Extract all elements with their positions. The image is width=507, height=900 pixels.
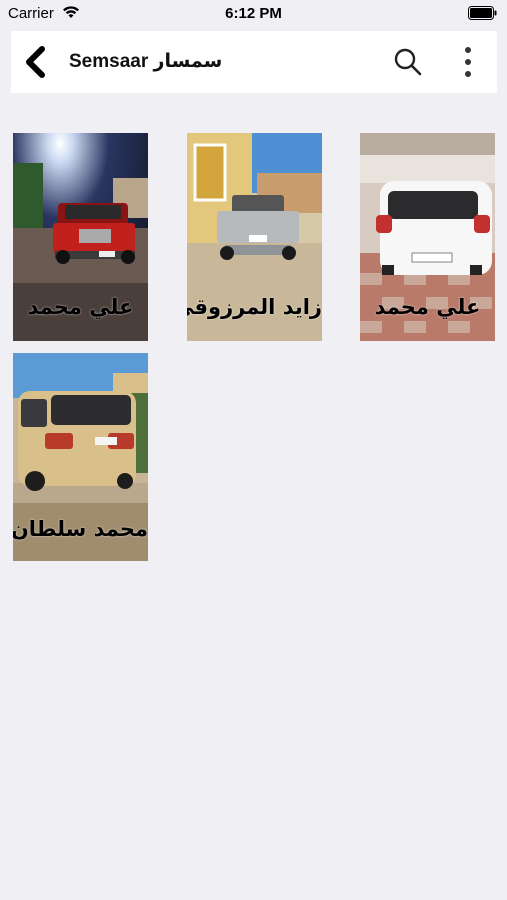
- owner-name: علي محمد: [27, 295, 134, 319]
- status-bar: Carrier 6:12 PM: [0, 0, 507, 28]
- listing-card[interactable]: محمد سلطان: [13, 353, 148, 561]
- back-chevron-icon[interactable]: [22, 45, 48, 79]
- owner-name: زايد المرزوقي: [187, 295, 322, 319]
- owner-name: محمد سلطان: [13, 517, 148, 541]
- listing-card[interactable]: علي محمد: [360, 133, 495, 341]
- battery-icon: [468, 6, 498, 24]
- listing-card[interactable]: علي محمد: [13, 133, 148, 341]
- clock: 6:12 PM: [225, 5, 282, 22]
- app-bar: Semsaar سمسار: [11, 31, 497, 93]
- listing-card[interactable]: زايد المرزوقي: [187, 133, 322, 341]
- owner-name: علي محمد: [374, 295, 481, 319]
- search-icon[interactable]: [393, 47, 423, 77]
- more-vertical-icon[interactable]: [461, 46, 475, 78]
- page-title: Semsaar سمسار: [69, 51, 223, 72]
